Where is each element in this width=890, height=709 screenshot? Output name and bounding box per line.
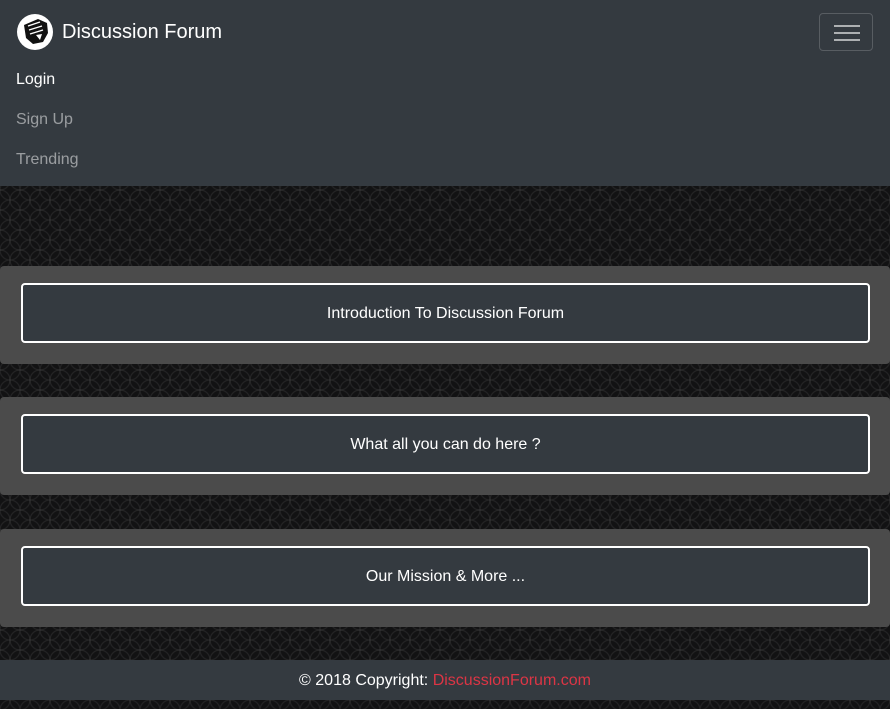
trending-link[interactable]: Trending [16,151,79,168]
features-card: What all you can do here ? [0,397,890,495]
login-link[interactable]: Login [16,71,55,88]
nav-item-sign-up: Sign Up [16,100,79,140]
menu-toggle-button[interactable] [819,13,873,51]
our-mission-button[interactable]: Our Mission & More ... [21,546,870,606]
brand-name: Discussion Forum [62,21,223,43]
footer: © 2018 Copyright: DiscussionForum.com [0,660,890,700]
intro-card: Introduction To Discussion Forum [0,266,890,364]
fist-icon [16,13,54,51]
brand-link[interactable]: Discussion Forum [16,12,222,52]
introduction-button[interactable]: Introduction To Discussion Forum [21,283,870,343]
sign-up-link[interactable]: Sign Up [16,111,73,128]
nav-menu: Login Sign Up Trending [16,60,79,180]
what-you-can-do-button[interactable]: What all you can do here ? [21,414,870,474]
copyright-text: © 2018 Copyright: [299,672,433,689]
footer-site-link[interactable]: DiscussionForum.com [433,672,591,689]
navbar: Discussion Forum Login Sign Up Trending [0,0,890,186]
nav-item-trending: Trending [16,140,79,180]
mission-card: Our Mission & More ... [0,529,890,627]
nav-item-login: Login [16,60,79,100]
